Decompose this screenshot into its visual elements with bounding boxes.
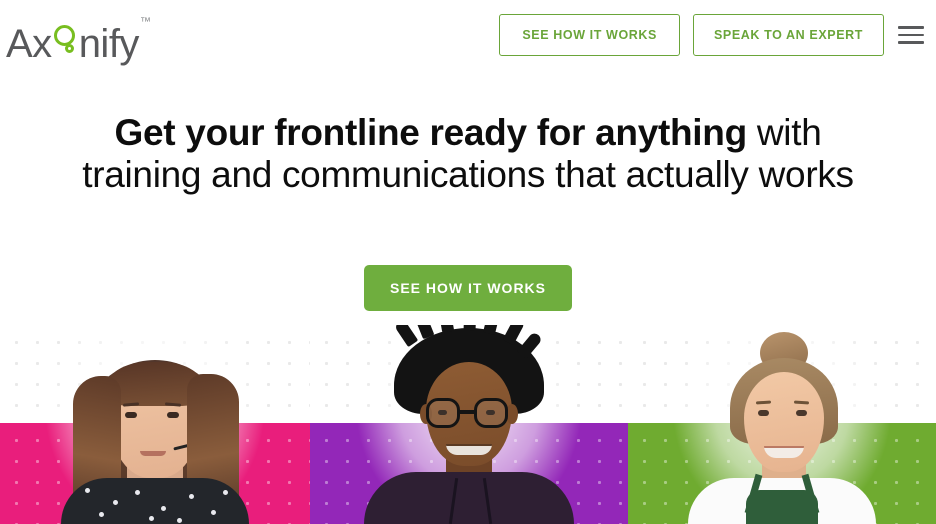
hero-cta-wrap: SEE HOW IT WORKS bbox=[0, 265, 936, 311]
axonify-logo[interactable]: Ax nify ™ bbox=[6, 11, 151, 66]
site-header: Ax nify ™ SEE HOW IT WORKS SPEAK TO AN E… bbox=[0, 0, 936, 70]
hero-panel-contact-center-agent bbox=[0, 325, 310, 524]
eyeglasses-icon bbox=[426, 398, 460, 428]
logo-wordmark: Ax nify bbox=[6, 11, 139, 67]
eyeglasses-icon bbox=[474, 398, 508, 428]
portrait-contact-center-agent bbox=[55, 334, 255, 524]
portrait-student bbox=[364, 325, 574, 524]
header-actions: SEE HOW IT WORKS SPEAK TO AN EXPERT bbox=[499, 0, 936, 70]
trademark-symbol: ™ bbox=[139, 16, 151, 28]
page-root: Ax nify ™ SEE HOW IT WORKS SPEAK TO AN E… bbox=[0, 0, 936, 524]
hero-panel-retail-associate bbox=[628, 325, 936, 524]
magnifying-glass-icon bbox=[52, 11, 79, 57]
hamburger-menu-icon[interactable] bbox=[898, 22, 924, 48]
see-how-it-works-header-button[interactable]: SEE HOW IT WORKS bbox=[499, 14, 680, 56]
speak-to-an-expert-button[interactable]: SPEAK TO AN EXPERT bbox=[692, 14, 884, 56]
logo-text-before: Ax bbox=[6, 22, 52, 66]
logo-text-after: nify bbox=[78, 22, 140, 66]
hero-headline-bold: Get your frontline ready for anything bbox=[114, 112, 748, 153]
hero-panel-student bbox=[310, 325, 628, 524]
portrait-retail-associate bbox=[684, 332, 880, 524]
hero-headline: Get your frontline ready for anything wi… bbox=[0, 112, 936, 196]
apron bbox=[746, 490, 818, 524]
hero-image-band bbox=[0, 325, 936, 524]
see-how-it-works-cta-button[interactable]: SEE HOW IT WORKS bbox=[364, 265, 572, 311]
hero-copy: Get your frontline ready for anything wi… bbox=[0, 112, 936, 196]
